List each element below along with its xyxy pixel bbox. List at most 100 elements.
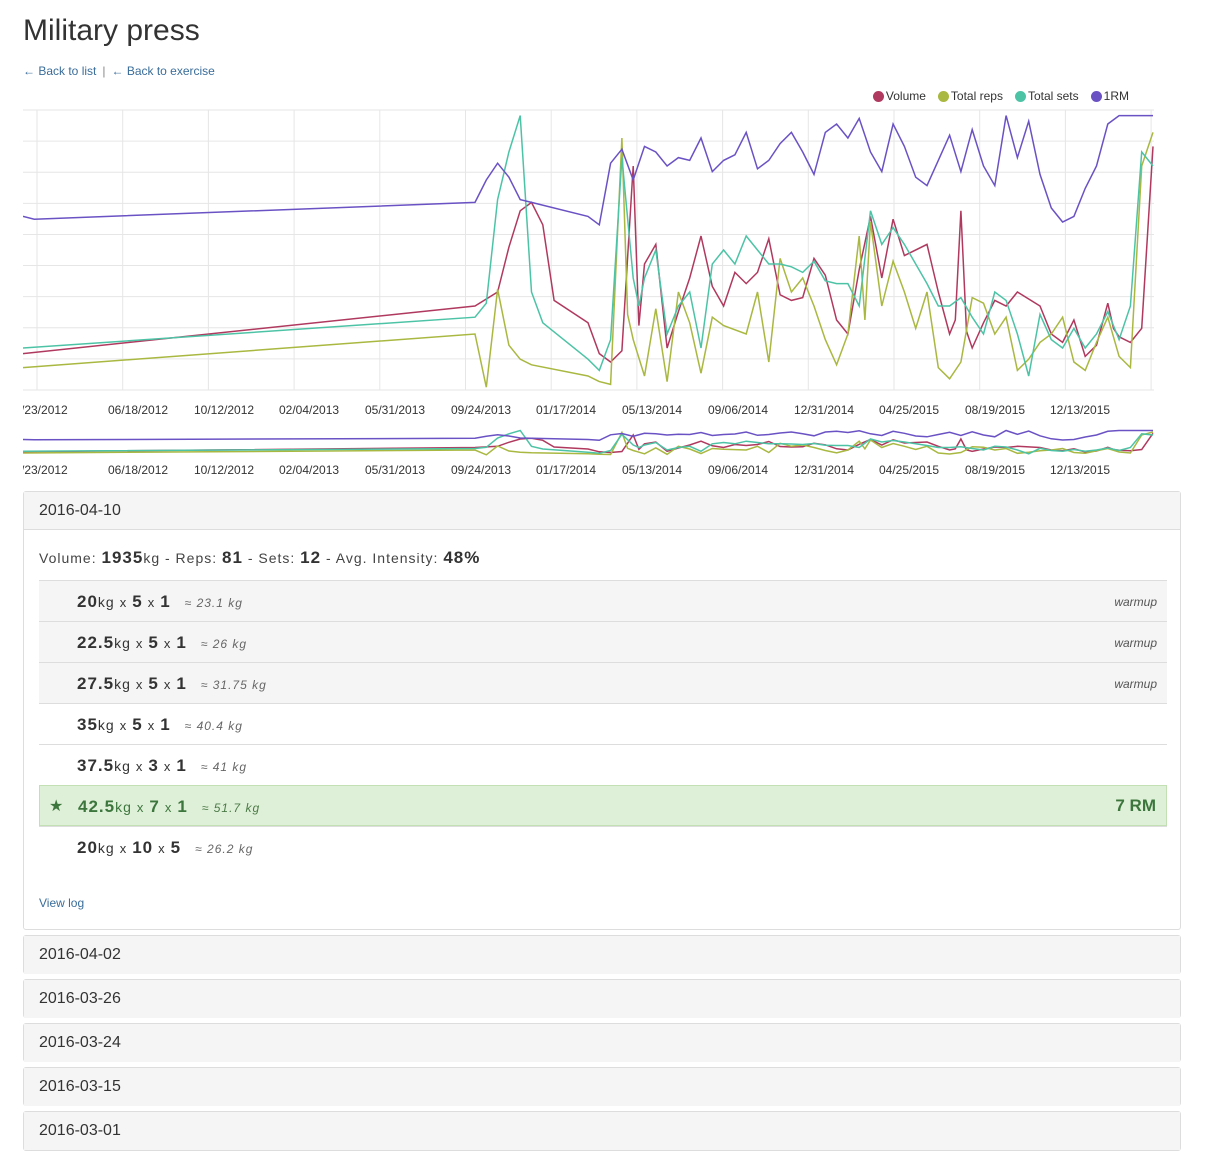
workout-panel-open: 2016-04-10 Volume: 1935kg - Reps: 81 - Se… bbox=[23, 491, 1181, 930]
times-sign: x bbox=[147, 718, 156, 733]
set-weight-unit: kg bbox=[97, 840, 115, 856]
set-weight-unit: kg bbox=[114, 676, 131, 692]
x-tick-label: 10/12/2012 bbox=[194, 403, 254, 417]
set-row: 20kg x 10 x 5 ≈ 26.2 kg bbox=[39, 826, 1167, 867]
times-sign: x bbox=[135, 636, 144, 651]
legend-label: Total sets bbox=[1027, 89, 1079, 103]
legend-swatch bbox=[872, 90, 884, 102]
star-icon: ★ bbox=[49, 798, 64, 815]
set-reps: 5 bbox=[132, 592, 143, 611]
set-tag: warmup bbox=[1114, 636, 1157, 650]
x-tick-label: 05/13/2014 bbox=[622, 463, 682, 477]
x-tick-label: /23/2012 bbox=[23, 463, 68, 477]
set-reps: 3 bbox=[148, 756, 159, 775]
set-reps: 7 bbox=[149, 797, 160, 816]
summary-reps-value: 81 bbox=[222, 548, 243, 567]
set-row: 20kg x 5 x 1 ≈ 23.1 kg warmup bbox=[39, 580, 1167, 621]
summary-sets-value: 12 bbox=[300, 548, 322, 567]
workout-date-header[interactable]: 2016-03-01 bbox=[24, 1112, 1180, 1150]
legend-swatch bbox=[937, 90, 949, 102]
series-line bbox=[23, 132, 1154, 388]
times-sign: x bbox=[158, 841, 166, 856]
x-tick-label: 01/17/2014 bbox=[536, 463, 596, 477]
back-links: ← Back to list | ← Back to exercise bbox=[23, 64, 215, 78]
workout-panel-collapsed: 2016-03-15 bbox=[23, 1067, 1181, 1106]
set-estimated-1rm: ≈ 26.2 kg bbox=[195, 842, 254, 856]
set-weight: 42.5 bbox=[78, 797, 116, 816]
series-line bbox=[23, 429, 1154, 455]
set-count: 1 bbox=[176, 674, 187, 693]
set-row: 37.5kg x 3 x 1 ≈ 41 kg bbox=[39, 744, 1167, 785]
times-sign: x bbox=[119, 595, 128, 610]
legend-item[interactable]: 1RM bbox=[1090, 89, 1129, 103]
x-tick-label: 10/12/2012 bbox=[194, 463, 254, 477]
set-reps: 5 bbox=[132, 715, 143, 734]
legend-item[interactable]: Volume bbox=[872, 89, 926, 103]
set-weight: 20 bbox=[77, 592, 98, 611]
x-tick-label: 02/04/2013 bbox=[279, 403, 339, 417]
workout-panel-collapsed: 2016-03-26 bbox=[23, 979, 1181, 1018]
set-count: 1 bbox=[160, 592, 171, 611]
set-weight-unit: kg bbox=[115, 799, 132, 815]
summary-reps-label: - Reps: bbox=[160, 550, 223, 566]
x-tick-label: 02/04/2013 bbox=[279, 463, 339, 477]
set-weight: 35 bbox=[77, 715, 98, 734]
set-row: 35kg x 5 x 1 ≈ 40.4 kg bbox=[39, 703, 1167, 744]
set-count: 1 bbox=[160, 715, 171, 734]
set-weight: 22.5 bbox=[77, 633, 115, 652]
navigator-chart[interactable]: /23/2012 06/18/2012 10/12/2012 02/04/2013 05… bbox=[23, 426, 1154, 481]
set-weight: 20 bbox=[77, 838, 98, 857]
set-estimated-1rm: ≈ 41 kg bbox=[200, 760, 248, 774]
set-estimated-1rm: ≈ 31.75 kg bbox=[200, 678, 267, 692]
set-description: 22.5kg x 5 x 1 ≈ 26 kg bbox=[77, 633, 247, 653]
summary-intensity-value: 48% bbox=[443, 548, 481, 567]
times-sign: x bbox=[163, 636, 172, 651]
link-separator: | bbox=[102, 64, 106, 78]
summary-volume-label: Volume: bbox=[39, 550, 102, 566]
set-estimated-1rm: ≈ 23.1 kg bbox=[184, 596, 243, 610]
set-weight-unit: kg bbox=[114, 635, 131, 651]
workout-panel-collapsed: 2016-03-01 bbox=[23, 1111, 1181, 1151]
set-description: 35kg x 5 x 1 ≈ 40.4 kg bbox=[77, 715, 243, 735]
times-sign: x bbox=[147, 595, 156, 610]
workout-panel-collapsed: 2016-03-24 bbox=[23, 1023, 1181, 1062]
workout-panel-collapsed: 2016-04-02 bbox=[23, 935, 1181, 974]
legend-item[interactable]: Total reps bbox=[937, 89, 1003, 103]
summary-volume-unit: kg bbox=[143, 550, 161, 566]
pr-badge: 7 RM bbox=[1115, 796, 1156, 815]
view-log-link[interactable]: View log bbox=[39, 896, 84, 910]
legend-item[interactable]: Total sets bbox=[1014, 89, 1079, 103]
legend-label: Total reps bbox=[950, 89, 1003, 103]
set-weight: 27.5 bbox=[77, 674, 115, 693]
x-tick-label: 09/24/2013 bbox=[451, 463, 511, 477]
x-tick-label: 12/13/2015 bbox=[1050, 463, 1110, 477]
workout-date-header[interactable]: 2016-04-02 bbox=[24, 936, 1180, 974]
x-tick-label: 09/24/2013 bbox=[451, 403, 511, 417]
legend-label: 1RM bbox=[1103, 89, 1129, 103]
set-description: 37.5kg x 3 x 1 ≈ 41 kg bbox=[77, 756, 247, 776]
times-sign: x bbox=[163, 759, 172, 774]
set-weight-unit: kg bbox=[114, 758, 131, 774]
times-sign: x bbox=[164, 800, 173, 815]
set-row: 27.5kg x 5 x 1 ≈ 31.75 kg warmup bbox=[39, 662, 1167, 703]
x-tick-label: 04/25/2015 bbox=[879, 403, 939, 417]
series-line bbox=[23, 146, 1154, 363]
x-tick-label: 05/31/2013 bbox=[365, 463, 425, 477]
workout-date-header[interactable]: 2016-03-15 bbox=[24, 1068, 1180, 1106]
x-tick-label: 05/13/2014 bbox=[622, 403, 682, 417]
back-to-list-link[interactable]: ← Back to list bbox=[23, 64, 96, 78]
workout-date-header[interactable]: 2016-04-10 bbox=[24, 492, 1180, 530]
times-sign: x bbox=[135, 759, 144, 774]
set-description: 27.5kg x 5 x 1 ≈ 31.75 kg bbox=[77, 674, 267, 694]
workout-date-header[interactable]: 2016-03-26 bbox=[24, 980, 1180, 1018]
x-tick-label: 12/31/2014 bbox=[794, 403, 854, 417]
workout-date-header[interactable]: 2016-03-24 bbox=[24, 1024, 1180, 1062]
summary-sets-label: - Sets: bbox=[242, 550, 301, 566]
set-row: 22.5kg x 5 x 1 ≈ 26 kg warmup bbox=[39, 621, 1167, 662]
back-to-exercise-link[interactable]: ← Back to exercise bbox=[111, 64, 214, 78]
set-weight: 37.5 bbox=[77, 756, 115, 775]
times-sign: x bbox=[119, 841, 128, 856]
set-reps: 5 bbox=[148, 633, 159, 652]
x-tick-label: 01/17/2014 bbox=[536, 403, 596, 417]
set-estimated-1rm: ≈ 40.4 kg bbox=[184, 719, 243, 733]
